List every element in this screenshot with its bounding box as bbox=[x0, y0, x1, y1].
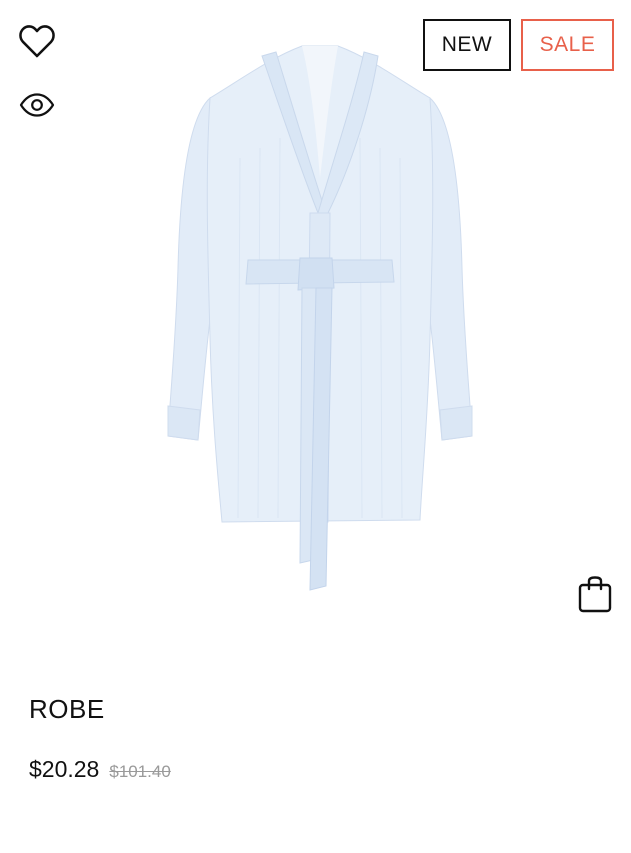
quick-view-button[interactable] bbox=[16, 86, 58, 124]
original-price: $101.40 bbox=[109, 762, 171, 781]
shopping-bag-icon bbox=[578, 576, 612, 613]
wishlist-button[interactable] bbox=[16, 20, 58, 62]
new-badge: NEW bbox=[423, 19, 511, 71]
product-title[interactable]: ROBE bbox=[29, 694, 105, 725]
heart-icon bbox=[19, 25, 55, 58]
price-row: $20.28 $101.40 bbox=[29, 756, 171, 783]
eye-icon bbox=[19, 93, 55, 117]
product-card[interactable]: NEW SALE ROBE $20.28 $101.40 bbox=[0, 0, 631, 853]
badge-group: NEW SALE bbox=[423, 19, 614, 71]
add-to-bag-button[interactable] bbox=[574, 574, 616, 616]
sale-badge: SALE bbox=[521, 19, 614, 71]
product-image-area[interactable]: NEW SALE bbox=[0, 0, 631, 650]
product-image[interactable] bbox=[150, 38, 490, 598]
sale-price: $20.28 bbox=[29, 756, 100, 782]
